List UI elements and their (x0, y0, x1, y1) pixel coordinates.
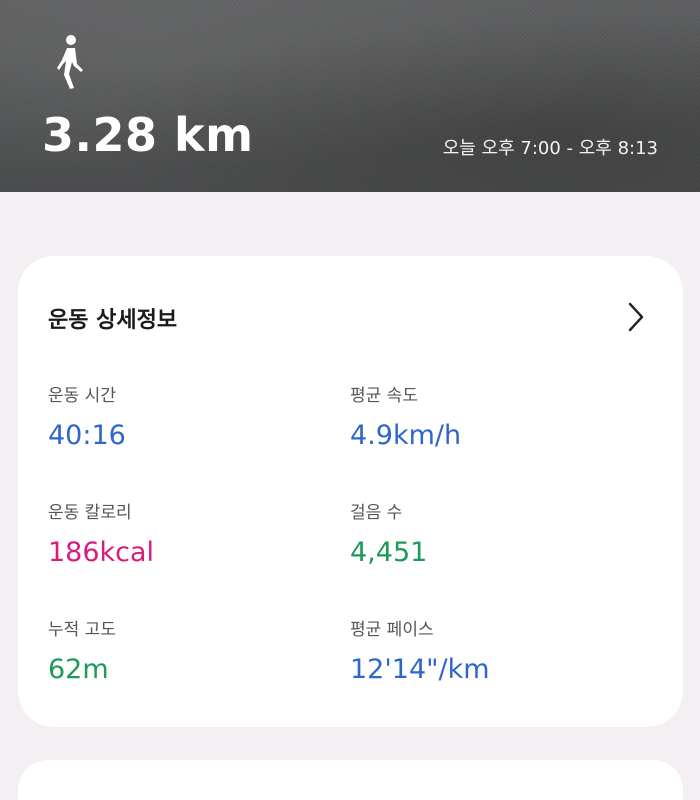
stat-label: 운동 칼로리 (48, 503, 132, 523)
stat-value: 12'14"/km (350, 654, 490, 685)
stat-label: 평균 페이스 (350, 620, 434, 640)
stat-value: 40:16 (48, 420, 126, 451)
card-title: 운동 상세정보 (48, 308, 178, 333)
walking-person-icon (57, 35, 83, 89)
stat-average-pace: 평균 페이스 12'14"/km (350, 615, 490, 685)
stat-label: 누적 고도 (48, 620, 116, 640)
stat-label: 운동 시간 (48, 386, 116, 406)
distance-value: 3.28 km (42, 108, 254, 162)
next-card-peek (18, 760, 683, 800)
workout-time-range: 오늘 오후 7:00 - 오후 8:13 (442, 138, 658, 159)
workout-details-card[interactable]: 운동 상세정보 운동 시간 40:16 평균 속도 4.9km/h 운동 칼로리… (18, 256, 683, 727)
chevron-right-icon[interactable] (627, 302, 645, 332)
workout-header: 3.28 km 오늘 오후 7:00 - 오후 8:13 (0, 0, 700, 192)
stat-label: 걸음 수 (350, 503, 403, 523)
stat-workout-time: 운동 시간 40:16 (48, 381, 126, 451)
stat-value: 62m (48, 654, 109, 685)
stat-label: 평균 속도 (350, 386, 418, 406)
stat-steps: 걸음 수 4,451 (350, 498, 427, 568)
stat-average-speed: 평균 속도 4.9km/h (350, 381, 461, 451)
stat-value: 4.9km/h (350, 420, 462, 451)
stat-value: 4,451 (350, 537, 428, 568)
stat-value: 186kcal (48, 537, 155, 568)
stat-elevation-gain: 누적 고도 62m (48, 615, 116, 685)
stat-calories: 운동 칼로리 186kcal (48, 498, 154, 568)
